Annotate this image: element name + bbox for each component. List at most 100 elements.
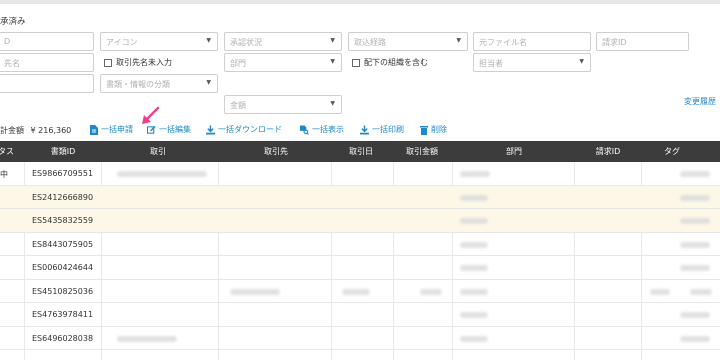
doc-id-cell[interactable]: ES6496028038 <box>32 334 93 343</box>
filename-field[interactable]: 元ファイル名 <box>473 32 591 51</box>
doc-category-select[interactable]: 書類・情報の分類 ▼ <box>100 74 218 93</box>
id-placeholder: D <box>4 37 11 46</box>
redacted-content <box>680 265 710 271</box>
redacted-content <box>117 171 207 177</box>
icon-select[interactable]: アイコン ▼ <box>100 32 218 51</box>
page-heading: 承済み <box>0 17 26 27</box>
checkbox-icon <box>104 58 112 67</box>
amount-select[interactable]: 金額 ▼ <box>224 95 342 114</box>
doc-id-cell[interactable]: ES4763978411 <box>32 310 93 319</box>
view-document-icon <box>300 125 309 135</box>
unentered-vendor-label: 取引先名未入力 <box>116 58 172 67</box>
download-icon <box>206 125 215 135</box>
table-row[interactable]: ES0060424644 <box>0 256 720 280</box>
owner-select[interactable]: 担当者 ▼ <box>473 53 591 72</box>
redacted-content <box>690 288 712 295</box>
chevron-down-icon: ▼ <box>206 79 211 86</box>
column-header-doc-id[interactable]: 書類ID <box>51 146 76 157</box>
total-label: 計金額 <box>0 126 24 135</box>
doc-id-cell[interactable]: ES4510825036 <box>32 287 93 296</box>
doc-id-cell[interactable]: ES2412666890 <box>32 193 93 202</box>
redacted-content <box>342 288 370 295</box>
total-amount: 計金額 ¥ 216,360 <box>0 125 71 136</box>
document-icon <box>89 124 98 135</box>
status-cell: 中 <box>0 170 8 179</box>
delete-button[interactable]: 削除 <box>419 124 447 135</box>
doc-id-cell[interactable]: ES8443075905 <box>32 240 93 249</box>
chevron-down-icon: ▼ <box>330 37 335 44</box>
bulk-download-label: 一括ダウンロード <box>218 125 282 134</box>
redacted-content <box>680 335 710 342</box>
dept-placeholder: 部門 <box>230 59 246 68</box>
chevron-down-icon: ▼ <box>330 100 335 107</box>
bulk-print-button[interactable]: 一括印刷 <box>360 124 404 135</box>
redacted-content <box>117 335 177 342</box>
column-header-amount[interactable]: 取引金額 <box>406 146 438 157</box>
chevron-down-icon: ▼ <box>330 58 335 65</box>
trash-icon <box>419 125 428 135</box>
checkbox-icon <box>352 58 360 67</box>
table-row[interactable]: ES6496028038 <box>0 327 720 350</box>
bulk-request-button[interactable]: 一括申請 <box>89 124 133 135</box>
route-select[interactable]: 取込経路 ▼ <box>348 32 468 51</box>
redacted-content <box>680 171 710 177</box>
unentered-vendor-checkbox[interactable]: 取引先名未入力 <box>104 57 172 68</box>
vendor-field[interactable]: 先名 <box>0 53 94 72</box>
doc-id-cell[interactable]: ES0060424644 <box>32 263 93 272</box>
redacted-content <box>680 241 710 248</box>
redacted-content <box>680 312 710 318</box>
redacted-content <box>460 265 488 271</box>
column-header-status[interactable]: タス <box>0 146 14 157</box>
chevron-down-icon: ▼ <box>456 37 461 44</box>
column-header-transaction[interactable]: 取引 <box>150 146 166 157</box>
doc-id-cell[interactable]: ES5435832559 <box>32 216 93 225</box>
amount-placeholder: 金額 <box>230 101 246 110</box>
bulk-view-button[interactable]: 一括表示 <box>300 124 344 135</box>
table-row[interactable]: ES2412666890 <box>0 185 720 209</box>
redacted-content <box>460 241 488 248</box>
bulk-print-label: 一括印刷 <box>372 125 404 134</box>
redacted-content <box>650 288 670 295</box>
redacted-content <box>460 194 488 201</box>
chevron-down-icon: ▼ <box>206 37 211 44</box>
bulk-edit-label: 一括編集 <box>159 125 191 134</box>
status-placeholder: 承認状況 <box>230 38 262 47</box>
id-field[interactable]: D <box>0 32 94 51</box>
bulk-request-label: 一括申請 <box>101 125 133 134</box>
subordinate-label: 配下の組織を含む <box>364 58 428 67</box>
redacted-content <box>460 312 488 318</box>
total-value: ¥ 216,360 <box>30 126 72 135</box>
redacted-content <box>460 171 490 177</box>
redacted-content <box>460 288 488 295</box>
table-row[interactable]: ES4510825036 <box>0 280 720 303</box>
table-row[interactable]: ES5435832559 <box>0 209 720 233</box>
table-row[interactable]: ES4763978411 <box>0 303 720 327</box>
chevron-down-icon: ▼ <box>579 58 584 65</box>
redacted-content <box>460 218 488 224</box>
subordinate-checkbox[interactable]: 配下の組織を含む <box>352 57 428 68</box>
column-header-date[interactable]: 取引日 <box>349 146 373 157</box>
redacted-content <box>680 218 710 224</box>
invoice-id-placeholder: 請求ID <box>602 38 627 47</box>
doc-id-cell[interactable]: ES9866709551 <box>32 169 93 178</box>
table-header: タス 書類ID 取引 取引先 取引日 取引金額 部門 請求ID タグ <box>0 141 720 162</box>
blank-field[interactable] <box>0 74 94 93</box>
column-header-tag[interactable]: タグ <box>664 146 680 157</box>
top-bar <box>0 0 720 4</box>
filename-placeholder: 元ファイル名 <box>479 38 527 47</box>
dept-select[interactable]: 部門 ▼ <box>224 53 342 72</box>
table-row[interactable]: ES8443075905 <box>0 233 720 256</box>
column-header-invoice-id[interactable]: 請求ID <box>596 146 621 157</box>
table-row[interactable]: 中 ES9866709551 <box>0 162 720 186</box>
invoice-id-field[interactable]: 請求ID <box>596 32 689 51</box>
redacted-content <box>420 288 442 295</box>
column-header-department[interactable]: 部門 <box>506 146 522 157</box>
bulk-view-label: 一括表示 <box>312 125 344 134</box>
vendor-placeholder: 先名 <box>4 59 20 68</box>
bulk-download-button[interactable]: 一括ダウンロード <box>206 124 282 135</box>
column-header-vendor[interactable]: 取引先 <box>264 146 288 157</box>
change-history-link[interactable]: 変更履歴 <box>684 96 716 107</box>
pointer-arrow-icon <box>142 106 160 124</box>
route-placeholder: 取込経路 <box>354 38 386 47</box>
status-select[interactable]: 承認状況 ▼ <box>224 32 342 51</box>
